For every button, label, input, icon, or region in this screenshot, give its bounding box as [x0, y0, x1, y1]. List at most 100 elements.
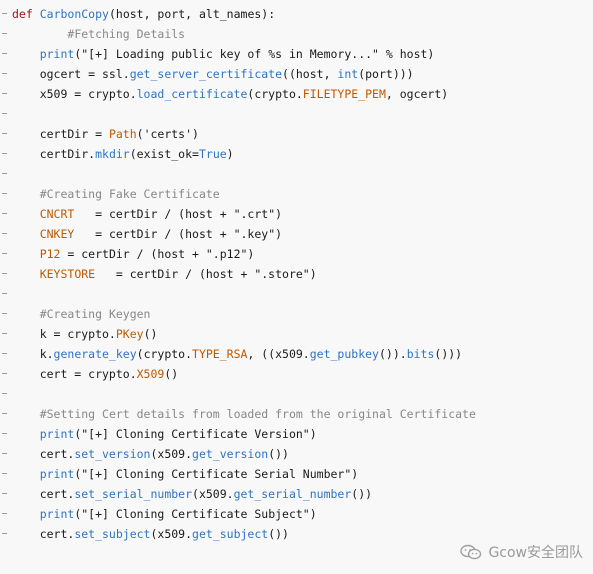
code-token: set_subject	[74, 527, 151, 541]
code-token: print	[39, 467, 75, 481]
code-screenshot: def CarbonCopy(host, port, alt_names): #…	[0, 0, 593, 574]
code-token: #Creating Fake Certificate	[39, 187, 220, 201]
code-text: CNCRT = certDir / (host + ".crt")	[12, 204, 282, 224]
code-token: get_version	[192, 447, 269, 461]
code-token: ("[+] Cloning Certificate Version")	[74, 427, 317, 441]
code-token: bits	[406, 347, 435, 361]
code-token: ()))	[434, 347, 463, 361]
code-token: CarbonCopy	[39, 7, 109, 21]
code-token: mkdir	[95, 147, 130, 161]
code-token: ()	[143, 327, 158, 341]
code-token: generate_key	[53, 347, 137, 361]
code-line: print("[+] Cloning Certificate Version")	[0, 424, 593, 444]
code-token: get_server_certificate	[129, 67, 283, 81]
code-token: ()	[164, 367, 179, 381]
code-line: cert.set_subject(x509.get_subject())	[0, 524, 593, 544]
code-token: ())	[351, 487, 373, 501]
code-token: , ogcert)	[385, 87, 449, 101]
code-token: print	[39, 427, 75, 441]
code-line: cert.set_serial_number(x509.get_serial_n…	[0, 484, 593, 504]
code-token: k.	[12, 347, 54, 361]
code-text: def CarbonCopy(host, port, alt_names):	[12, 4, 275, 24]
code-text: k = crypto.PKey()	[12, 324, 158, 344]
code-line: certDir.mkdir(exist_ok=True)	[0, 144, 593, 164]
code-line: def CarbonCopy(host, port, alt_names):	[0, 4, 593, 24]
code-text: x509 = crypto.load_certificate(crypto.FI…	[12, 84, 449, 104]
code-token: Path	[108, 127, 137, 141]
code-token: CNKEY	[39, 227, 75, 241]
code-line	[0, 104, 593, 124]
code-token: ("[+] Loading public key of %s in Memory…	[74, 47, 435, 61]
code-token: X509	[136, 367, 165, 381]
code-token: k = crypto.	[12, 327, 116, 341]
code-token: True	[198, 147, 227, 161]
code-line: print("[+] Cloning Certificate Serial Nu…	[0, 464, 593, 484]
code-line: cert = crypto.X509()	[0, 364, 593, 384]
code-token: ("[+] Cloning Certificate Serial Number"…	[74, 467, 359, 481]
code-line: #Creating Keygen	[0, 304, 593, 324]
code-token: = certDir / (host + ".store")	[95, 267, 317, 281]
code-token: (x509.	[150, 527, 193, 541]
code-text: cert.set_serial_number(x509.get_serial_n…	[12, 484, 372, 504]
code-line: print("[+] Loading public key of %s in M…	[0, 44, 593, 64]
code-token: (crypto.	[136, 347, 193, 361]
code-token: )	[226, 147, 234, 161]
code-token: ())	[268, 447, 289, 461]
code-token: (exist_ok=	[129, 147, 199, 161]
code-line: #Setting Cert details from loaded from t…	[0, 404, 593, 424]
code-line: print("[+] Cloning Certificate Subject")	[0, 504, 593, 524]
code-token: load_certificate	[136, 87, 248, 101]
code-token: ((host,	[282, 67, 338, 81]
code-line: ogcert = ssl.get_server_certificate((hos…	[0, 64, 593, 84]
code-text: cert.set_version(x509.get_version())	[12, 444, 289, 464]
code-text: print("[+] Loading public key of %s in M…	[12, 44, 435, 64]
code-token: (x509.	[150, 447, 193, 461]
code-token: (host, port, alt_names):	[108, 7, 276, 21]
code-text: ogcert = ssl.get_server_certificate((hos…	[12, 64, 414, 84]
code-line	[0, 384, 593, 404]
code-token: P12	[39, 247, 61, 261]
code-line: P12 = certDir / (host + ".p12")	[0, 244, 593, 264]
code-text: certDir.mkdir(exist_ok=True)	[12, 144, 234, 164]
code-token: x509 = crypto.	[12, 87, 137, 101]
code-token: certDir.	[12, 147, 96, 161]
code-token: set_serial_number	[74, 487, 193, 501]
code-token: KEYSTORE	[39, 267, 96, 281]
code-token: (crypto.	[247, 87, 303, 101]
code-token: TYPE_RSA	[192, 347, 248, 361]
code-token: = certDir / (host + ".p12")	[60, 247, 255, 261]
watermark-text: Gcow安全团队	[488, 545, 583, 561]
code-token: set_version	[74, 447, 151, 461]
code-text: #Creating Keygen	[12, 304, 151, 324]
code-text: cert.set_subject(x509.get_subject())	[12, 524, 289, 544]
code-token: get_pubkey	[309, 347, 379, 361]
code-text: #Fetching Details	[12, 24, 185, 44]
code-line: certDir = Path('certs')	[0, 124, 593, 144]
code-text: print("[+] Cloning Certificate Serial Nu…	[12, 464, 359, 484]
code-token: PKey	[115, 327, 144, 341]
code-token: ogcert = ssl.	[12, 67, 130, 81]
code-token: int	[337, 67, 359, 81]
code-line: x509 = crypto.load_certificate(crypto.FI…	[0, 84, 593, 104]
code-token: cert.	[12, 527, 75, 541]
code-token: #Setting Cert details from loaded from t…	[39, 407, 476, 421]
code-text: P12 = certDir / (host + ".p12")	[12, 244, 255, 264]
code-text: print("[+] Cloning Certificate Subject")	[12, 504, 317, 524]
code-token: print	[39, 47, 75, 61]
code-token: print	[39, 507, 75, 521]
code-token: CNCRT	[39, 207, 75, 221]
code-line: #Creating Fake Certificate	[0, 184, 593, 204]
code-line: #Fetching Details	[0, 24, 593, 44]
code-token: get_subject	[192, 527, 269, 541]
code-token: cert.	[12, 487, 75, 501]
